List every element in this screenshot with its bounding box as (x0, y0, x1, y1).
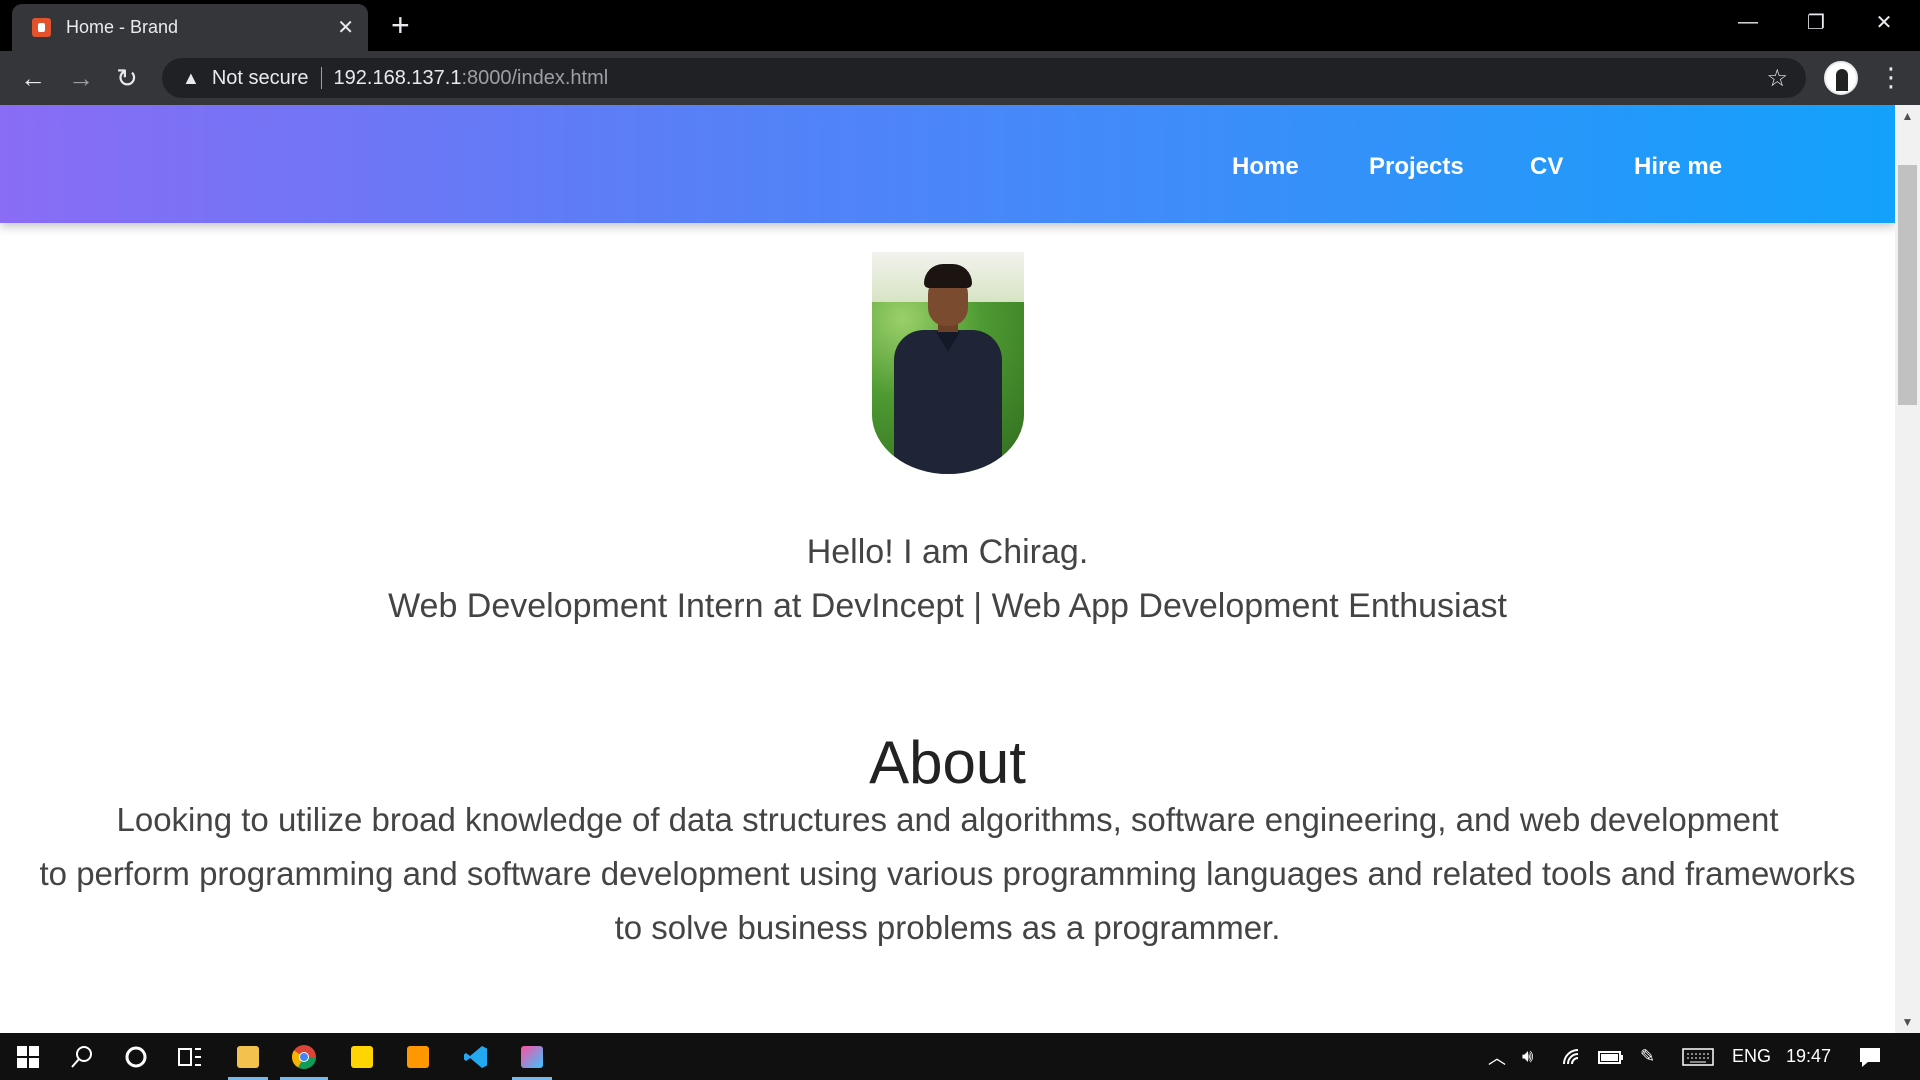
vscode-icon[interactable] (448, 1033, 504, 1080)
browser-tab[interactable]: Home - Brand ✕ (12, 4, 368, 51)
browser-menu-icon[interactable]: ⋮ (1878, 61, 1904, 93)
show-hidden-icons-icon[interactable]: ︿ (1488, 1033, 1506, 1080)
app-icon[interactable] (504, 1033, 560, 1080)
start-windows-icon[interactable] (0, 1033, 56, 1080)
address-bar[interactable]: ▲ Not secure 192.168.137.1:8000/index.ht… (162, 58, 1806, 98)
cortana-icon[interactable] (108, 1033, 164, 1080)
keyboard-icon[interactable] (1682, 1033, 1714, 1080)
profile-photo (872, 252, 1024, 474)
language-indicator[interactable]: ENG (1732, 1033, 1771, 1080)
browser-titlebar: Home - Brand ✕ + — ❐ ✕ (0, 0, 1920, 51)
warning-icon: ▲ (182, 67, 200, 88)
tab-title: Home - Brand (66, 17, 179, 37)
task-view-icon[interactable] (162, 1033, 218, 1080)
scroll-up-icon[interactable]: ▲ (1895, 109, 1920, 123)
intro-text: Hello! I am Chirag. Web Development Inte… (0, 525, 1895, 633)
forward-icon[interactable]: → (68, 63, 94, 93)
about-line: Looking to utilize broad knowledge of da… (116, 801, 1779, 838)
clock[interactable]: 19:47 (1786, 1033, 1831, 1080)
nav-hire-me-link[interactable]: Hire me (1634, 153, 1722, 181)
new-tab-button[interactable]: + (391, 8, 410, 42)
about-line: to perform programming and software deve… (39, 855, 1856, 892)
chrome-icon[interactable] (276, 1033, 332, 1080)
security-label[interactable]: Not secure (212, 67, 309, 90)
divider (320, 67, 322, 89)
page-scrollbar[interactable]: ▲ ▼ (1895, 105, 1920, 1033)
about-heading: About (869, 729, 1026, 796)
bookmark-star-icon[interactable]: ☆ (1766, 64, 1788, 93)
close-window-icon[interactable]: ✕ (1850, 0, 1918, 44)
reload-icon[interactable]: ↻ (116, 63, 138, 93)
windows-taskbar: ︿ 🔊︎ ✎ ENG 19:47 (0, 1033, 1920, 1080)
file-explorer-icon[interactable] (220, 1033, 276, 1080)
page-viewport: Home Projects CV Hire me Hello! I am Chi… (0, 105, 1895, 1033)
scroll-down-icon[interactable]: ▼ (1895, 1015, 1920, 1029)
battery-icon[interactable] (1598, 1033, 1624, 1080)
about-paragraph: Looking to utilize broad knowledge of da… (0, 793, 1895, 955)
volume-icon[interactable]: 🔊︎ (1522, 1033, 1533, 1080)
intro-greeting: Hello! I am Chirag. (806, 533, 1089, 571)
site-navbar: Home Projects CV Hire me (0, 105, 1895, 223)
minimize-icon[interactable]: — (1714, 0, 1782, 44)
pen-icon[interactable]: ✎ (1640, 1033, 1655, 1080)
profile-avatar-icon[interactable] (1824, 61, 1858, 95)
action-center-icon[interactable] (1858, 1033, 1882, 1080)
back-icon[interactable]: ← (20, 63, 46, 93)
sticky-notes-icon[interactable] (334, 1033, 390, 1080)
browser-toolbar: ← → ↻ ▲ Not secure 192.168.137.1:8000/in… (0, 51, 1920, 105)
network-icon[interactable] (1562, 1033, 1582, 1080)
sublime-text-icon[interactable] (390, 1033, 446, 1080)
url-path: :8000/index.html (461, 66, 609, 89)
scroll-thumb[interactable] (1898, 165, 1917, 405)
restore-icon[interactable]: ❐ (1782, 0, 1850, 44)
site-favicon-icon (32, 18, 51, 37)
nav-home-link[interactable]: Home (1232, 153, 1299, 181)
nav-projects-link[interactable]: Projects (1369, 153, 1464, 181)
tab-close-icon[interactable]: ✕ (337, 15, 354, 40)
about-line: to solve business problems as a programm… (614, 909, 1281, 946)
search-icon[interactable] (54, 1033, 110, 1080)
intro-tagline: Web Development Intern at DevIncept | We… (388, 587, 1507, 625)
url-host: 192.168.137.1 (333, 66, 462, 89)
nav-cv-link[interactable]: CV (1530, 153, 1563, 181)
